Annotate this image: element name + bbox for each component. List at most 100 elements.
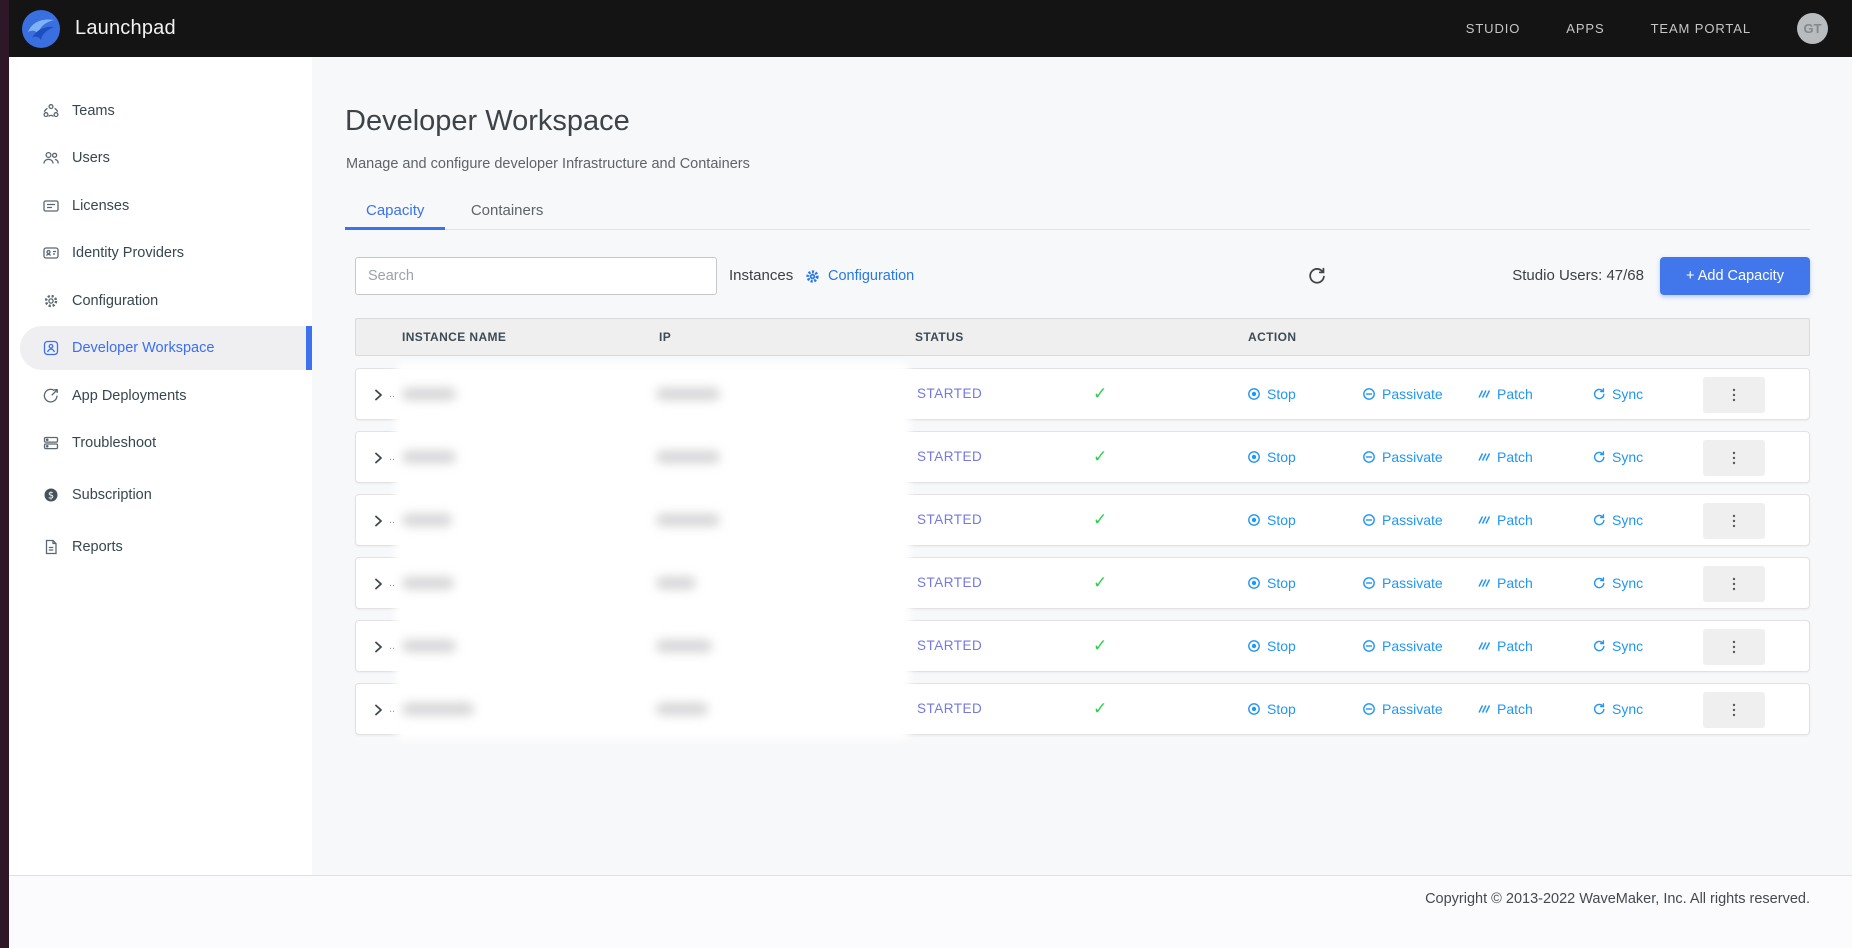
nav-studio[interactable]: STUDIO <box>1466 21 1521 36</box>
sidebar-item-users[interactable]: Users <box>9 136 312 180</box>
check-icon: ✓ <box>1093 621 1107 671</box>
check-icon: ✓ <box>1093 495 1107 545</box>
document-icon <box>42 538 60 556</box>
avatar[interactable]: GT <box>1797 13 1828 44</box>
redacted-ip <box>656 577 696 590</box>
sidebar-item-reports[interactable]: Reports <box>9 525 312 569</box>
sidebar-item-identity-providers[interactable]: Identity Providers <box>9 231 312 275</box>
passivate-action[interactable]: Passivate <box>1362 495 1443 545</box>
studio-users-count: Studio Users: 47/68 <box>1512 257 1644 295</box>
instances-label: Instances <box>729 257 793 295</box>
passivate-action[interactable]: Passivate <box>1362 558 1443 608</box>
action-label: Stop <box>1267 512 1296 528</box>
sidebar-item-developer-workspace[interactable]: Developer Workspace <box>20 326 312 370</box>
row-menu-button[interactable] <box>1703 377 1765 413</box>
sidebar-item-subscription[interactable]: $ Subscription <box>9 473 312 517</box>
row-menu-button[interactable] <box>1703 692 1765 728</box>
row-menu-button[interactable] <box>1703 440 1765 476</box>
gear-icon <box>42 292 60 310</box>
sync-action[interactable]: Sync <box>1592 621 1643 671</box>
kebab-icon <box>1727 387 1741 403</box>
sync-action[interactable]: Sync <box>1592 432 1643 482</box>
action-label: Passivate <box>1382 386 1443 402</box>
row-menu-button[interactable] <box>1703 566 1765 602</box>
expand-chevron-icon[interactable] <box>370 702 386 718</box>
refresh-icon[interactable] <box>1307 266 1327 286</box>
tab-capacity[interactable]: Capacity <box>345 196 445 230</box>
window-edge-strip <box>0 0 9 948</box>
sync-action[interactable]: Sync <box>1592 684 1643 734</box>
passivate-icon <box>1362 513 1376 527</box>
wavemaker-logo-icon <box>22 10 60 48</box>
tab-bar: Capacity Containers <box>345 196 1810 230</box>
stop-action[interactable]: Stop <box>1247 369 1296 419</box>
nav-apps[interactable]: APPS <box>1566 21 1604 36</box>
action-label: Stop <box>1267 638 1296 654</box>
add-capacity-button[interactable]: + Add Capacity <box>1660 257 1810 295</box>
redacted-name-marker: .. <box>389 388 395 400</box>
sidebar-item-app-deployments[interactable]: App Deployments <box>9 374 312 418</box>
expand-chevron-icon[interactable] <box>370 513 386 529</box>
toolbar: Instances Configuration Studio Users: 47… <box>312 257 1852 295</box>
expand-chevron-icon[interactable] <box>370 387 386 403</box>
expand-chevron-icon[interactable] <box>370 639 386 655</box>
stop-action[interactable]: Stop <box>1247 495 1296 545</box>
action-label: Stop <box>1267 386 1296 402</box>
sync-action[interactable]: Sync <box>1592 369 1643 419</box>
kebab-icon <box>1727 576 1741 592</box>
redacted-instance-name <box>402 577 454 590</box>
kebab-icon <box>1727 702 1741 718</box>
tab-containers[interactable]: Containers <box>450 196 565 230</box>
passivate-action[interactable]: Passivate <box>1362 369 1443 419</box>
stop-action[interactable]: Stop <box>1247 684 1296 734</box>
patch-action[interactable]: Patch <box>1477 621 1533 671</box>
status-badge: STARTED <box>917 684 982 734</box>
top-bar: Launchpad STUDIO APPS TEAM PORTAL GT <box>0 0 1852 57</box>
stop-action[interactable]: Stop <box>1247 558 1296 608</box>
sync-action[interactable]: Sync <box>1592 558 1643 608</box>
action-label: Stop <box>1267 449 1296 465</box>
passivate-action[interactable]: Passivate <box>1362 621 1443 671</box>
expand-chevron-icon[interactable] <box>370 576 386 592</box>
sync-icon <box>1592 576 1606 590</box>
passivate-icon <box>1362 387 1376 401</box>
stop-action[interactable]: Stop <box>1247 432 1296 482</box>
nav-team-portal[interactable]: TEAM PORTAL <box>1651 21 1751 36</box>
action-label: Passivate <box>1382 512 1443 528</box>
action-label: Passivate <box>1382 449 1443 465</box>
sidebar-item-label: Developer Workspace <box>72 340 214 356</box>
row-menu-button[interactable] <box>1703 629 1765 665</box>
sidebar-item-teams[interactable]: Teams <box>9 89 312 133</box>
action-label: Patch <box>1497 701 1533 717</box>
redacted-instance-name <box>402 388 456 401</box>
column-header-instance-name: INSTANCE NAME <box>402 319 506 355</box>
brand: Launchpad <box>22 10 176 48</box>
patch-action[interactable]: Patch <box>1477 432 1533 482</box>
action-label: Sync <box>1612 638 1643 654</box>
patch-action[interactable]: Patch <box>1477 495 1533 545</box>
check-icon: ✓ <box>1093 369 1107 419</box>
column-header-ip: IP <box>659 319 671 355</box>
configuration-link[interactable]: Configuration <box>804 257 914 295</box>
patch-icon <box>1477 513 1491 527</box>
sidebar-item-troubleshoot[interactable]: Troubleshoot <box>9 421 312 465</box>
patch-action[interactable]: Patch <box>1477 558 1533 608</box>
table-body: .. STARTED ✓ Stop Passivate Patch Sync .… <box>355 368 1810 746</box>
search-input[interactable] <box>355 257 717 295</box>
passivate-action[interactable]: Passivate <box>1362 432 1443 482</box>
expand-chevron-icon[interactable] <box>370 450 386 466</box>
row-menu-button[interactable] <box>1703 503 1765 539</box>
stop-icon <box>1247 702 1261 716</box>
patch-action[interactable]: Patch <box>1477 684 1533 734</box>
redacted-name-marker: .. <box>389 514 395 526</box>
redacted-ip <box>656 388 720 401</box>
sync-icon <box>1592 387 1606 401</box>
passivate-action[interactable]: Passivate <box>1362 684 1443 734</box>
action-label: Sync <box>1612 575 1643 591</box>
stop-action[interactable]: Stop <box>1247 621 1296 671</box>
sidebar-item-configuration[interactable]: Configuration <box>9 279 312 323</box>
sync-action[interactable]: Sync <box>1592 495 1643 545</box>
patch-action[interactable]: Patch <box>1477 369 1533 419</box>
configuration-link-label: Configuration <box>828 268 914 284</box>
sidebar-item-licenses[interactable]: Licenses <box>9 184 312 228</box>
